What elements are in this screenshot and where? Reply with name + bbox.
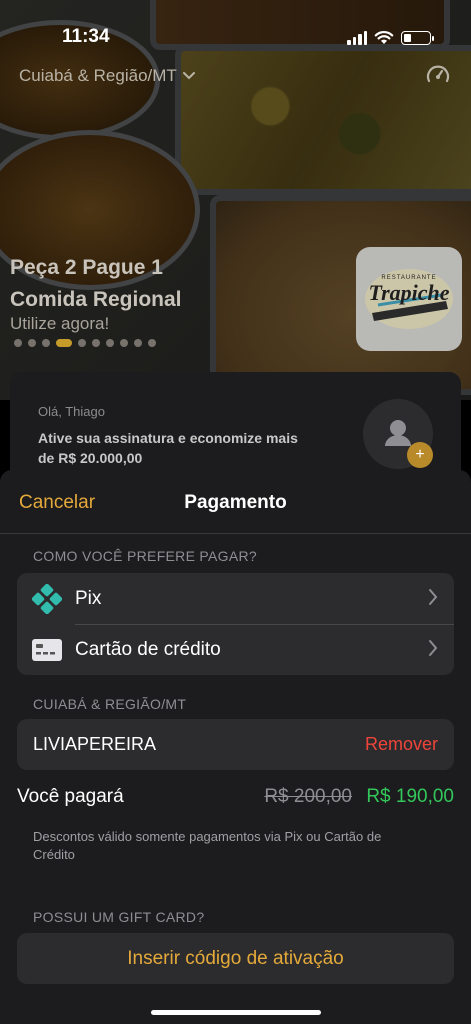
payment-option-label: Pix bbox=[75, 587, 102, 609]
region-section-label: CUIABÁ & REGIÃO/MT bbox=[33, 696, 187, 712]
speedometer-icon[interactable] bbox=[425, 62, 451, 88]
region-label: Cuiabá & Região/MT bbox=[19, 66, 177, 85]
subscription-message: Ative sua assinatura e economize mais de… bbox=[38, 430, 298, 466]
promo-title-line: Peça 2 Pague 1 bbox=[10, 256, 163, 279]
sheet-title: Pagamento bbox=[184, 492, 287, 513]
carousel-dot-active[interactable] bbox=[56, 339, 72, 347]
total-label: Você pagará bbox=[17, 786, 124, 807]
battery-icon bbox=[401, 30, 434, 45]
trapiche-logo-image: RESTAURANTE Trapiche bbox=[365, 269, 453, 329]
promo-subtitle: Utilize agora! bbox=[10, 314, 110, 333]
region-selector[interactable]: Cuiabá & Região/MT bbox=[19, 66, 195, 86]
carousel-dot[interactable] bbox=[78, 339, 86, 347]
carousel-dot[interactable] bbox=[42, 339, 50, 347]
wifi-icon bbox=[374, 31, 394, 44]
insert-activation-code-button[interactable]: Inserir código de ativação bbox=[17, 933, 454, 984]
payment-section-label: COMO VOCÊ PREFERE PAGAR? bbox=[33, 548, 257, 564]
carousel-dot[interactable] bbox=[148, 339, 156, 347]
chevron-right-icon bbox=[429, 589, 438, 605]
cellular-signal-icon bbox=[347, 30, 367, 45]
remove-coupon-button[interactable]: Remover bbox=[365, 734, 438, 755]
status-time: 11:34 bbox=[62, 26, 110, 47]
greeting-text: Olá, Thiago bbox=[38, 404, 105, 419]
carousel-dot[interactable] bbox=[14, 339, 22, 347]
credit-card-icon bbox=[32, 635, 62, 665]
chevron-down-icon bbox=[182, 72, 195, 80]
pix-icon bbox=[32, 583, 62, 614]
carousel-pagination[interactable] bbox=[14, 339, 156, 347]
home-indicator[interactable] bbox=[151, 1010, 321, 1015]
payment-option-credit-card[interactable]: Cartão de crédito bbox=[17, 624, 454, 675]
gift-card-section-label: POSSUI UM GIFT CARD? bbox=[33, 909, 205, 925]
coupon-code: LIVIAPEREIRA bbox=[33, 734, 157, 754]
payment-sheet: Cancelar Pagamento COMO VOCÊ PREFERE PAG… bbox=[0, 470, 471, 1024]
payment-methods-list: Pix Cartão de crédito bbox=[17, 573, 454, 675]
discount-disclaimer: Descontos válido somente pagamentos via … bbox=[33, 829, 382, 862]
promo-title-line: Comida Regional bbox=[10, 288, 182, 311]
original-price: R$ 200,00 bbox=[264, 786, 352, 807]
carousel-dot[interactable] bbox=[28, 339, 36, 347]
carousel-dot[interactable] bbox=[134, 339, 142, 347]
payment-option-label: Cartão de crédito bbox=[75, 638, 221, 660]
carousel-dot[interactable] bbox=[92, 339, 100, 347]
applied-coupon: LIVIAPEREIRA Remover bbox=[17, 719, 454, 770]
divider bbox=[0, 533, 471, 534]
svg-text:Trapiche: Trapiche bbox=[368, 280, 449, 305]
carousel-dot[interactable] bbox=[106, 339, 114, 347]
final-price: R$ 190,00 bbox=[366, 786, 454, 807]
restaurant-logo[interactable]: RESTAURANTE Trapiche bbox=[356, 247, 462, 351]
sheet-header: Cancelar Pagamento bbox=[0, 470, 471, 536]
payment-option-pix[interactable]: Pix bbox=[17, 573, 454, 624]
carousel-dot[interactable] bbox=[120, 339, 128, 347]
promo-title: Peça 2 Pague 1 Comida Regional bbox=[10, 252, 182, 316]
status-bar: 11:34 bbox=[0, 24, 471, 54]
add-photo-icon[interactable]: + bbox=[407, 442, 433, 468]
chevron-right-icon bbox=[429, 640, 438, 656]
